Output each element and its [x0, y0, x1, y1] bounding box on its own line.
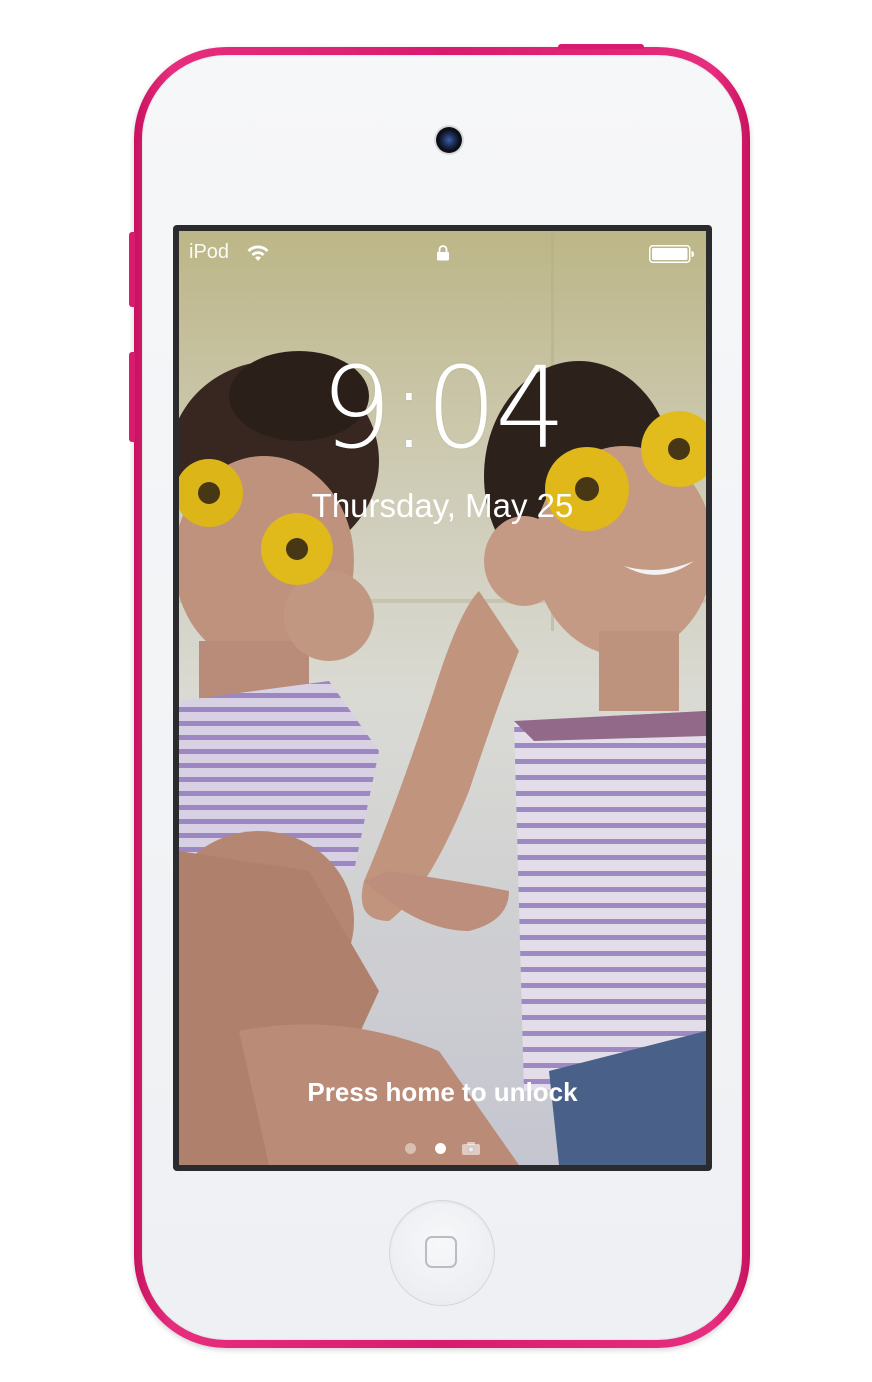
volume-up-button[interactable] — [129, 232, 135, 307]
sleep-wake-button[interactable] — [558, 44, 644, 49]
page-indicator[interactable] — [401, 1139, 491, 1159]
status-bar: iPod — [179, 231, 706, 275]
page-dot-2-active[interactable] — [435, 1143, 446, 1154]
lock-screen-date: Thursday, May 25 — [311, 487, 574, 524]
stage: iPod 9:04 Thursday, May 25 Press home to… — [0, 0, 872, 1382]
unlock-hint: Press home to unlock — [307, 1077, 578, 1107]
page-dot-1[interactable] — [405, 1143, 416, 1154]
front-camera-icon — [436, 127, 462, 153]
lock-screen[interactable]: iPod 9:04 Thursday, May 25 Press home to… — [179, 231, 706, 1165]
volume-down-button[interactable] — [129, 352, 135, 442]
wifi-icon — [247, 245, 269, 261]
camera-icon[interactable] — [461, 1141, 481, 1156]
home-square-icon — [425, 1236, 457, 1268]
carrier-label: iPod — [189, 241, 230, 263]
home-button[interactable] — [390, 1201, 494, 1305]
battery-icon — [649, 245, 694, 263]
lock-icon — [437, 245, 449, 261]
lock-screen-time: 9:04 — [320, 344, 567, 474]
